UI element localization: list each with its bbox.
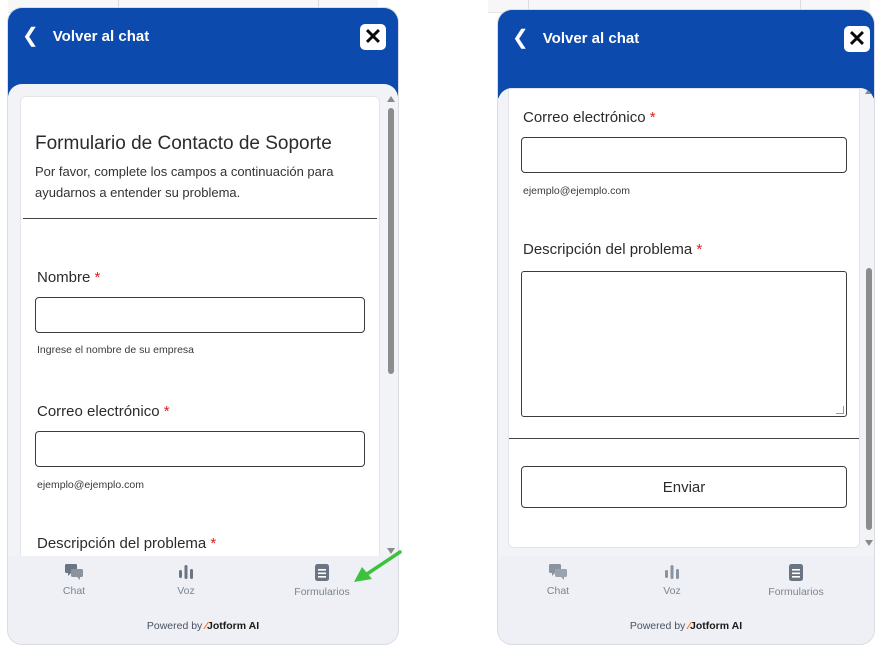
email-label: Correo electrónico *	[523, 109, 656, 126]
email-label: Correo electrónico *	[37, 403, 170, 420]
nav-forms-label: Formularios	[294, 586, 350, 598]
widget-body: Correo electrónico * ejemplo@ejemplo.com…	[498, 88, 874, 560]
name-label: Nombre *	[37, 269, 100, 286]
powered-prefix: Powered by	[146, 620, 203, 632]
jotform-brand: Jotform AI	[690, 620, 743, 632]
powered-prefix: Powered by	[629, 620, 686, 632]
email-label-text: Correo electrónico	[37, 403, 160, 420]
jotform-brand: Jotform AI	[207, 620, 260, 632]
powered-by: Powered by ⁄Jotform AI	[498, 620, 874, 632]
form-card: Correo electrónico * ejemplo@ejemplo.com…	[508, 88, 860, 548]
scrollbar-thumb[interactable]	[866, 268, 872, 530]
chat-widget-right: ❮ Volver al chat ✕ Correo electrónico * …	[498, 10, 874, 644]
email-hint: ejemplo@ejemplo.com	[37, 479, 144, 491]
widget-header: ❮ Volver al chat ✕	[498, 10, 874, 98]
name-hint: Ingrese el nombre de su empresa	[37, 344, 195, 356]
nav-forms[interactable]: Formularios	[756, 564, 836, 598]
chat-widget-left: ❮ Volver al chat ✕ Formulario de Contact…	[8, 8, 398, 644]
chat-icon	[549, 564, 567, 580]
resize-handle-icon[interactable]	[836, 406, 844, 414]
close-icon: ✕	[847, 26, 867, 51]
nav-voice-label: Voz	[177, 585, 195, 597]
header-divider	[23, 218, 377, 219]
scrollbar-thumb[interactable]	[388, 108, 394, 374]
required-mark: *	[649, 109, 656, 126]
problem-textarea[interactable]	[521, 271, 847, 417]
green-arrow-icon	[354, 550, 402, 582]
scrollbar[interactable]	[386, 96, 396, 554]
nav-chat[interactable]: Chat	[518, 564, 598, 597]
chevron-left-icon: ❮	[512, 27, 529, 49]
submit-label: Enviar	[662, 478, 706, 496]
back-to-chat-button[interactable]: ❮ Volver al chat	[22, 26, 149, 46]
nav-voice-label: Voz	[663, 585, 681, 597]
problem-label: Descripción del problema *	[523, 241, 702, 258]
chevron-left-icon: ❮	[22, 25, 39, 47]
back-label: Volver al chat	[52, 27, 150, 45]
name-label-text: Nombre	[37, 269, 91, 286]
submit-divider	[509, 438, 859, 439]
email-hint: ejemplo@ejemplo.com	[523, 185, 630, 197]
form-icon	[315, 564, 329, 581]
chat-icon	[65, 564, 83, 580]
voice-icon	[665, 565, 679, 579]
form-description: Por favor, complete los campos a continu…	[35, 164, 334, 200]
scrollbar[interactable]	[864, 88, 874, 546]
email-input[interactable]	[521, 137, 847, 173]
name-input[interactable]	[35, 297, 365, 333]
widget-footer: Chat Voz Formularios Powered by ⁄Jotform…	[8, 556, 398, 644]
powered-by: Powered by ⁄Jotform AI	[8, 620, 398, 632]
voice-icon	[179, 565, 193, 579]
form-card: Formulario de Contacto de Soporte Por fa…	[20, 96, 380, 560]
form-title: Formulario de Contacto de Soporte	[35, 133, 332, 154]
scroll-up-icon[interactable]	[865, 88, 873, 94]
nav-voice[interactable]: Voz	[632, 564, 712, 597]
problem-label-text: Descripción del problema	[37, 535, 207, 552]
submit-button[interactable]: Enviar	[521, 466, 847, 508]
back-label: Volver al chat	[542, 29, 640, 47]
widget-footer: Chat Voz Formularios Powered by ⁄Jotform…	[498, 556, 874, 644]
nav-chat-label: Chat	[546, 585, 570, 597]
required-mark: *	[163, 403, 170, 420]
nav-voice[interactable]: Voz	[146, 564, 226, 597]
scroll-down-icon[interactable]	[865, 540, 873, 546]
nav-chat[interactable]: Chat	[34, 564, 114, 597]
required-mark: *	[696, 241, 703, 258]
back-to-chat-button[interactable]: ❮ Volver al chat	[512, 28, 639, 48]
problem-label-text: Descripción del problema	[523, 241, 693, 258]
close-button[interactable]: ✕	[844, 26, 870, 52]
problem-label: Descripción del problema *	[37, 535, 216, 552]
widget-header: ❮ Volver al chat ✕	[8, 8, 398, 96]
email-label-text: Correo electrónico	[523, 109, 646, 126]
nav-forms-label: Formularios	[768, 586, 824, 598]
required-mark: *	[210, 535, 217, 552]
scroll-up-icon[interactable]	[387, 96, 395, 102]
nav-chat-label: Chat	[62, 585, 86, 597]
email-input[interactable]	[35, 431, 365, 467]
form-icon	[789, 564, 803, 581]
required-mark: *	[94, 269, 101, 286]
widget-body: Formulario de Contacto de Soporte Por fa…	[8, 84, 398, 560]
close-button[interactable]: ✕	[360, 24, 386, 50]
close-icon: ✕	[363, 24, 383, 49]
